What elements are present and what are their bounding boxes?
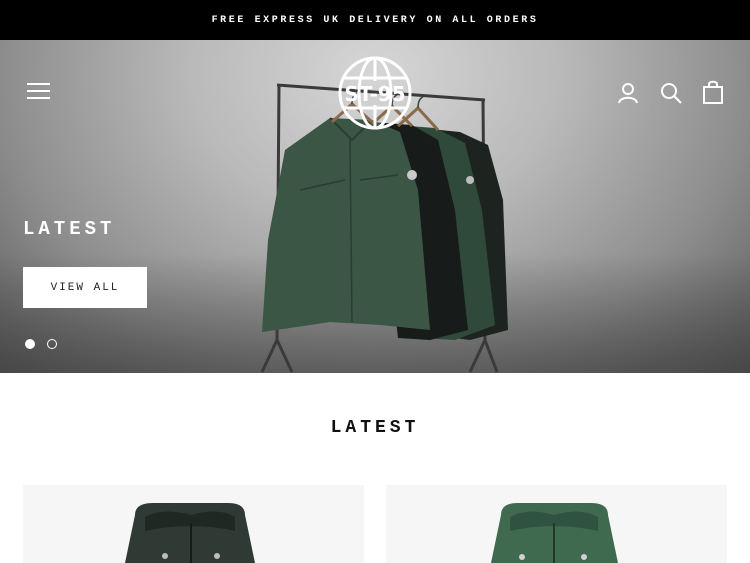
cart-icon[interactable] bbox=[702, 80, 724, 104]
product-image[interactable] bbox=[386, 485, 727, 563]
announcement-bar: FREE EXPRESS UK DELIVERY ON ALL ORDERS bbox=[0, 0, 750, 40]
account-icon[interactable] bbox=[617, 82, 639, 104]
product-card[interactable] bbox=[23, 485, 364, 563]
slide-dot-2[interactable] bbox=[47, 339, 57, 349]
product-image[interactable] bbox=[23, 485, 364, 563]
search-icon[interactable] bbox=[660, 82, 682, 104]
hero-title: LATEST bbox=[23, 218, 116, 240]
hero-banner[interactable]: ST-95 LATEST VIEW ALL bbox=[0, 40, 750, 373]
section-title: LATEST bbox=[330, 418, 420, 438]
announcement-text: FREE EXPRESS UK DELIVERY ON ALL ORDERS bbox=[211, 14, 539, 26]
view-all-button[interactable]: VIEW ALL bbox=[23, 267, 147, 308]
product-card[interactable] bbox=[386, 485, 727, 563]
slide-dot-1[interactable] bbox=[25, 339, 35, 349]
st-95-logo[interactable]: ST-95 bbox=[337, 55, 413, 131]
logo-text: ST-95 bbox=[344, 82, 405, 106]
menu-icon[interactable] bbox=[27, 82, 52, 102]
